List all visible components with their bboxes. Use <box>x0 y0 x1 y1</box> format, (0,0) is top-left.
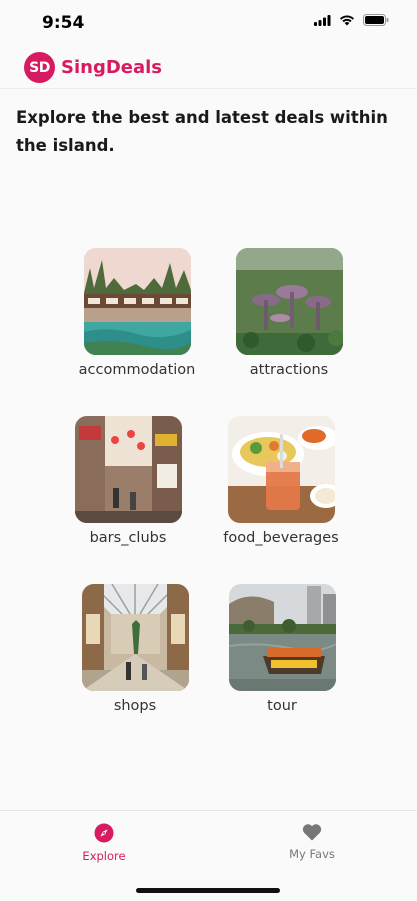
home-indicator <box>136 888 280 893</box>
shops-image[interactable] <box>81 584 189 691</box>
category-attractions[interactable]: attractions <box>209 248 369 378</box>
tab-explore[interactable]: Explore <box>44 823 164 863</box>
category-tour[interactable]: tour <box>202 584 362 714</box>
category-label: bars_clubs <box>89 530 167 546</box>
battery-icon <box>363 14 389 26</box>
category-label: shops <box>113 698 157 714</box>
category-label: tour <box>267 698 297 714</box>
status-time: 9:54 <box>42 13 85 33</box>
app-logo: SD <box>24 52 55 83</box>
compass-icon <box>44 823 164 847</box>
app-title: SingDeals <box>61 57 163 78</box>
category-food-beverages[interactable]: food_beverages <box>201 416 361 546</box>
heart-icon <box>252 823 372 845</box>
status-icons <box>314 14 389 26</box>
accommodation-image[interactable] <box>83 248 191 355</box>
category-accommodation[interactable]: accommodation <box>57 248 217 378</box>
tab-explore-label: Explore <box>82 849 126 863</box>
signal-icon <box>314 14 331 26</box>
intro-text: Explore the best and latest deals within… <box>16 108 388 155</box>
wifi-icon <box>339 14 355 26</box>
tour-image[interactable] <box>228 584 336 691</box>
category-label: food_beverages <box>223 530 339 546</box>
food-beverages-image[interactable] <box>227 416 335 523</box>
category-shops[interactable]: shops <box>55 584 215 714</box>
app-header: SD SingDeals <box>0 48 417 89</box>
tab-my-favs[interactable]: My Favs <box>252 823 372 861</box>
category-bars-clubs[interactable]: bars_clubs <box>48 416 208 546</box>
bars-clubs-image[interactable] <box>74 416 182 523</box>
tab-my-favs-label: My Favs <box>289 847 335 861</box>
category-label: accommodation <box>78 362 196 378</box>
category-label: attractions <box>249 362 329 378</box>
attractions-image[interactable] <box>235 248 343 355</box>
status-bar: 9:54 <box>0 0 417 44</box>
